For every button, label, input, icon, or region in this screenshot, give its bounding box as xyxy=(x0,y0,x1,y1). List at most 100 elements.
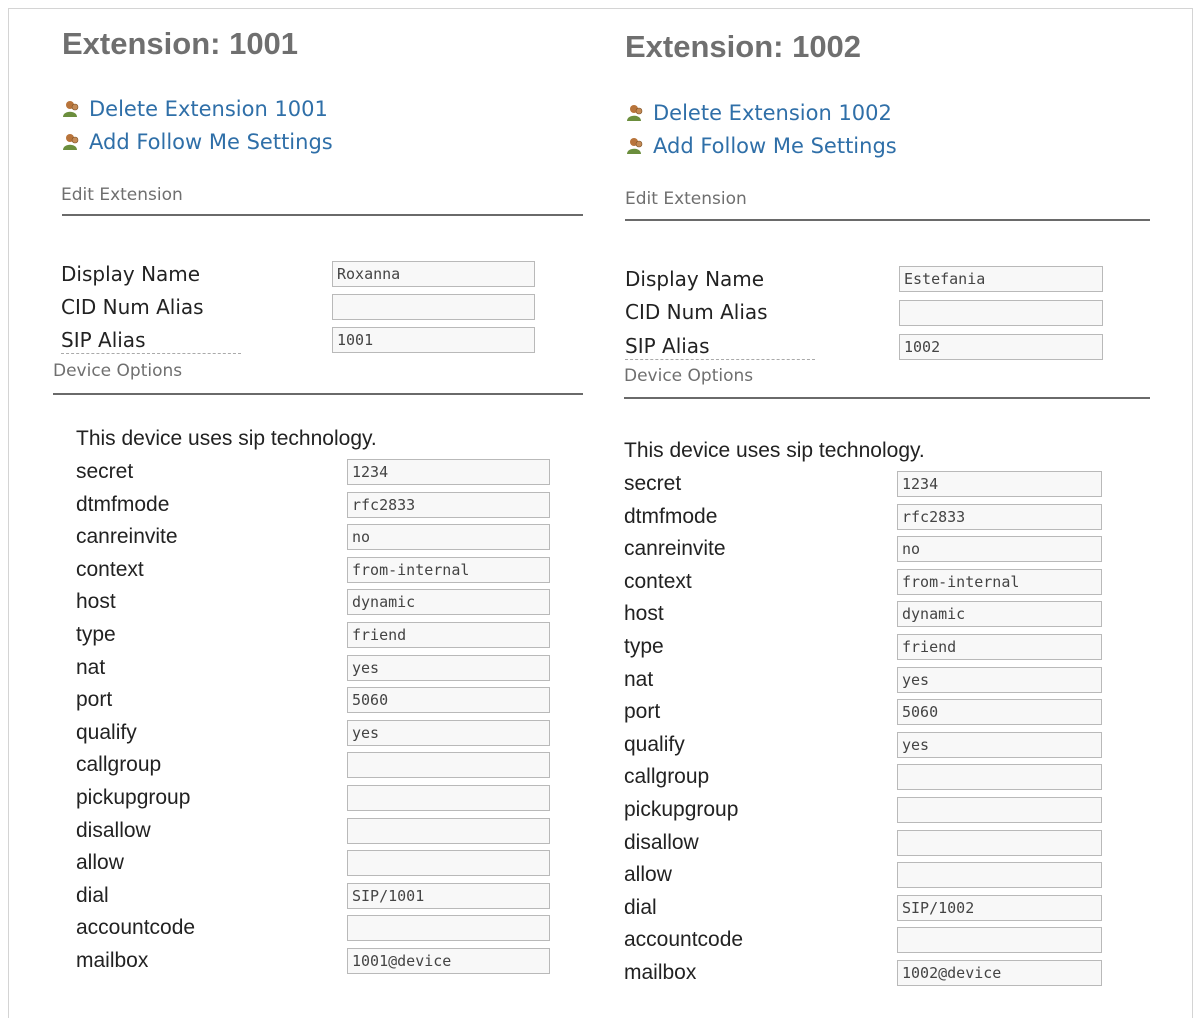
canreinvite-label: canreinvite xyxy=(76,525,178,548)
type-input[interactable]: friend xyxy=(897,634,1102,660)
sip-alias-input[interactable]: 1002 xyxy=(899,334,1103,360)
port-label: port xyxy=(76,688,113,711)
dtmfmode-label: dtmfmode xyxy=(624,505,718,528)
dtmfmode-input[interactable]: rfc2833 xyxy=(347,492,550,518)
device-options-heading: Device Options xyxy=(53,361,183,381)
type-label: type xyxy=(624,635,664,658)
host-label: host xyxy=(76,590,116,613)
display-name-input[interactable]: Roxanna xyxy=(332,261,535,287)
edit-extension-heading: Edit Extension xyxy=(61,185,183,205)
pickupgroup-input[interactable] xyxy=(347,785,550,811)
dtmfmode-label: dtmfmode xyxy=(76,493,170,516)
qualify-label: qualify xyxy=(624,733,685,756)
disallow-label: disallow xyxy=(76,819,151,842)
cid-num-alias-label: CID Num Alias xyxy=(625,300,768,324)
cid-num-alias-input[interactable] xyxy=(332,294,535,320)
section-divider xyxy=(625,219,1150,221)
nat-label: nat xyxy=(624,668,654,691)
mailbox-label: mailbox xyxy=(76,949,149,972)
accountcode-label: accountcode xyxy=(76,916,196,939)
canreinvite-label: canreinvite xyxy=(624,537,726,560)
dial-label: dial xyxy=(624,896,657,919)
dial-input[interactable]: SIP/1002 xyxy=(897,895,1102,921)
delete-extension-label: Delete Extension 1002 xyxy=(653,101,892,125)
mailbox-input[interactable]: 1001@device xyxy=(347,948,550,974)
context-label: context xyxy=(624,570,692,593)
section-divider xyxy=(53,393,583,395)
qualify-label: qualify xyxy=(76,721,137,744)
dtmfmode-input[interactable]: rfc2833 xyxy=(897,504,1102,530)
pickupgroup-label: pickupgroup xyxy=(76,786,191,809)
host-input[interactable]: dynamic xyxy=(347,589,550,615)
pickupgroup-input[interactable] xyxy=(897,797,1102,823)
user-icon xyxy=(63,134,79,150)
context-label: context xyxy=(76,558,144,581)
secret-label: secret xyxy=(76,460,134,483)
mailbox-input[interactable]: 1002@device xyxy=(897,960,1102,986)
mailbox-label: mailbox xyxy=(624,961,697,984)
callgroup-input[interactable] xyxy=(897,764,1102,790)
accountcode-input[interactable] xyxy=(347,915,550,941)
section-divider xyxy=(624,397,1150,399)
user-icon xyxy=(627,105,643,121)
user-icon xyxy=(63,101,79,117)
canreinvite-input[interactable]: no xyxy=(347,524,550,550)
display-name-input[interactable]: Estefania xyxy=(899,266,1103,292)
add-follow-me-label: Add Follow Me Settings xyxy=(653,134,897,158)
dial-input[interactable]: SIP/1001 xyxy=(347,883,550,909)
allow-input[interactable] xyxy=(897,862,1102,888)
secret-label: secret xyxy=(624,472,682,495)
pickupgroup-label: pickupgroup xyxy=(624,798,739,821)
cid-num-alias-input[interactable] xyxy=(899,300,1103,326)
accountcode-input[interactable] xyxy=(897,927,1102,953)
port-input[interactable]: 5060 xyxy=(897,699,1102,725)
dial-label: dial xyxy=(76,884,109,907)
nat-input[interactable]: yes xyxy=(897,667,1102,693)
allow-label: allow xyxy=(624,863,672,886)
extension-title: Extension: 1002 xyxy=(625,29,862,64)
host-label: host xyxy=(624,602,664,625)
edit-extension-heading: Edit Extension xyxy=(625,189,747,209)
accountcode-label: accountcode xyxy=(624,928,744,951)
display-name-label: Display Name xyxy=(61,262,201,286)
nat-label: nat xyxy=(76,656,106,679)
display-name-label: Display Name xyxy=(625,267,765,291)
sip-alias-input[interactable]: 1001 xyxy=(332,327,535,353)
host-input[interactable]: dynamic xyxy=(897,601,1102,627)
device-technology-note: This device uses sip technology. xyxy=(76,427,377,450)
delete-extension-link[interactable]: Delete Extension 1001 xyxy=(62,97,328,121)
disallow-input[interactable] xyxy=(347,818,550,844)
secret-input[interactable]: 1234 xyxy=(897,471,1102,497)
add-follow-me-link[interactable]: Add Follow Me Settings xyxy=(626,134,897,158)
section-divider xyxy=(62,214,583,216)
add-follow-me-label: Add Follow Me Settings xyxy=(89,130,333,154)
qualify-input[interactable]: yes xyxy=(347,720,550,746)
canreinvite-input[interactable]: no xyxy=(897,536,1102,562)
nat-input[interactable]: yes xyxy=(347,655,550,681)
cid-num-alias-label: CID Num Alias xyxy=(61,295,204,319)
delete-extension-label: Delete Extension 1001 xyxy=(89,97,328,121)
allow-label: allow xyxy=(76,851,124,874)
callgroup-label: callgroup xyxy=(624,765,710,788)
add-follow-me-link[interactable]: Add Follow Me Settings xyxy=(62,130,333,154)
allow-input[interactable] xyxy=(347,850,550,876)
disallow-input[interactable] xyxy=(897,830,1102,856)
context-input[interactable]: from-internal xyxy=(347,557,550,583)
sip-alias-label: SIP Alias xyxy=(625,334,815,360)
port-input[interactable]: 5060 xyxy=(347,687,550,713)
device-technology-note: This device uses sip technology. xyxy=(624,439,925,462)
port-label: port xyxy=(624,700,661,723)
type-label: type xyxy=(76,623,116,646)
qualify-input[interactable]: yes xyxy=(897,732,1102,758)
callgroup-label: callgroup xyxy=(76,753,162,776)
callgroup-input[interactable] xyxy=(347,752,550,778)
user-icon xyxy=(627,138,643,154)
disallow-label: disallow xyxy=(624,831,699,854)
device-options-heading: Device Options xyxy=(624,366,754,386)
type-input[interactable]: friend xyxy=(347,622,550,648)
sip-alias-label: SIP Alias xyxy=(61,328,241,354)
secret-input[interactable]: 1234 xyxy=(347,459,550,485)
context-input[interactable]: from-internal xyxy=(897,569,1102,595)
extension-title: Extension: 1001 xyxy=(62,26,299,61)
delete-extension-link[interactable]: Delete Extension 1002 xyxy=(626,101,892,125)
